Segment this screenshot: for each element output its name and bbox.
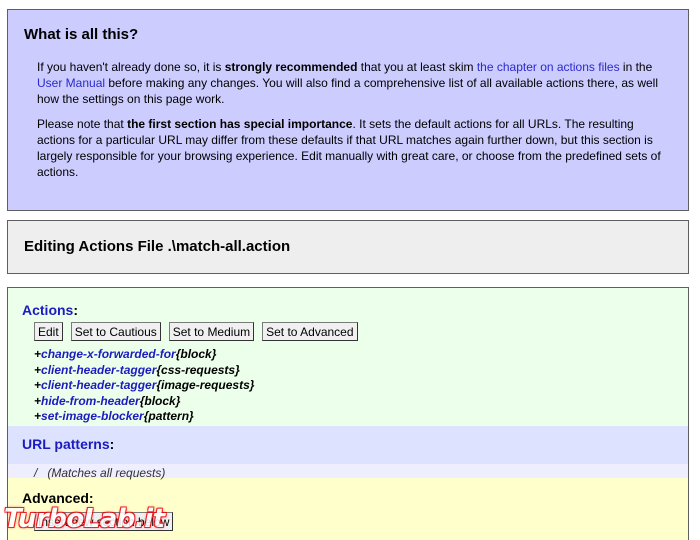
- actions-heading: Actions:: [22, 302, 688, 318]
- advanced-section: Advanced: Insert new section below: [8, 478, 688, 540]
- info-p1-text-2: that you at least skim: [357, 60, 477, 74]
- url-patterns-section: URL patterns: / (Matches all requests): [8, 426, 688, 483]
- action-param: {block}: [139, 393, 181, 408]
- action-param: {css-requests}: [156, 362, 240, 377]
- advanced-heading: Advanced:: [22, 490, 94, 506]
- info-p1-bold: strongly recommended: [224, 60, 358, 74]
- action-prefix: +: [34, 393, 42, 408]
- set-to-medium-button[interactable]: Set to Medium: [168, 322, 255, 341]
- actions-section: Actions: Edit Set to Cautious Set to Med…: [8, 288, 688, 426]
- action-prefix: +: [34, 409, 42, 423]
- action-param: {pattern}: [143, 409, 194, 423]
- action-item: +client-header-tagger{css-requests}: [34, 363, 688, 379]
- action-item: +set-image-blocker{pattern}: [34, 409, 688, 425]
- info-paragraph-1: If you haven't already done so, it is st…: [37, 59, 672, 107]
- info-box: What is all this? If you haven't already…: [7, 9, 689, 211]
- info-title: What is all this?: [24, 26, 139, 43]
- info-p1-text-1: If you haven't already done so, it is: [37, 60, 225, 74]
- action-prefix: +: [34, 378, 42, 392]
- action-prefix: +: [34, 347, 42, 361]
- set-to-advanced-button[interactable]: Set to Advanced: [262, 322, 358, 341]
- info-p2-bold: the first section has special importance: [127, 117, 353, 131]
- action-name: set-image-blocker: [41, 409, 144, 423]
- actions-chapter-link[interactable]: the chapter on actions files: [477, 60, 620, 74]
- set-to-cautious-button[interactable]: Set to Cautious: [70, 322, 161, 341]
- info-paragraph-2: Please note that the first section has s…: [37, 116, 672, 180]
- url-patterns-heading-colon: :: [109, 436, 115, 452]
- actions-heading-colon: :: [73, 302, 79, 318]
- action-name: client-header-tagger: [41, 362, 157, 377]
- action-param: {block}: [175, 347, 217, 361]
- action-param: {image-requests}: [156, 378, 255, 392]
- url-pattern-note: (Matches all requests): [47, 466, 166, 480]
- action-name: hide-from-header: [41, 393, 140, 408]
- info-p1-text-3: in the: [619, 60, 653, 74]
- editing-title: Editing Actions File .\match-all.action: [24, 238, 291, 255]
- action-prefix: +: [34, 362, 42, 377]
- edit-button[interactable]: Edit: [34, 322, 63, 341]
- url-patterns-heading-label: URL patterns: [22, 436, 110, 452]
- editing-header: Editing Actions File .\match-all.action: [7, 220, 689, 274]
- url-pattern: /: [34, 466, 38, 480]
- action-item: +change-x-forwarded-for{block}: [34, 347, 688, 363]
- action-name: change-x-forwarded-for: [41, 347, 176, 361]
- insert-new-section-button[interactable]: Insert new section below: [34, 512, 174, 531]
- info-p1-text-4: before making any changes. You will also…: [37, 76, 659, 106]
- actions-button-row: Edit Set to Cautious Set to Medium Set t…: [34, 322, 688, 341]
- actions-heading-label: Actions: [22, 302, 74, 318]
- url-patterns-heading: URL patterns:: [8, 426, 688, 454]
- actions-file-section: Actions: Edit Set to Cautious Set to Med…: [7, 287, 689, 540]
- action-item: +client-header-tagger{image-requests}: [34, 378, 688, 394]
- action-name: client-header-tagger: [41, 378, 157, 392]
- info-p2-text-1: Please note that: [37, 117, 128, 131]
- user-manual-link[interactable]: User Manual: [37, 76, 105, 90]
- action-item: +hide-from-header{block}: [34, 394, 688, 410]
